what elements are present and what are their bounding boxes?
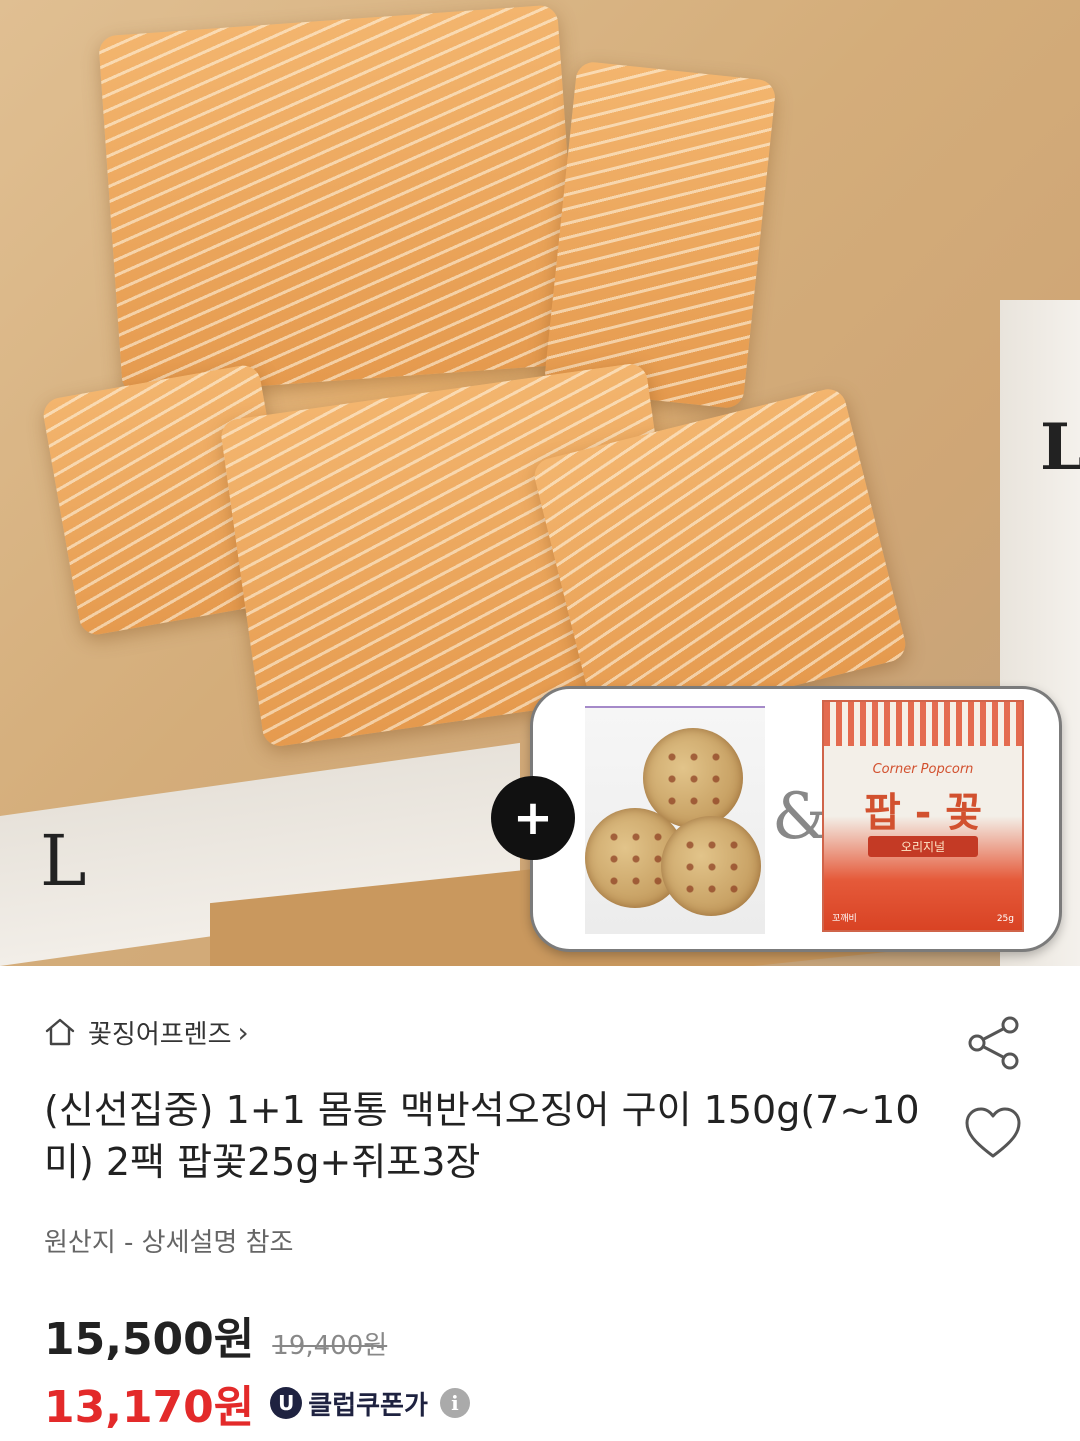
info-icon[interactable]: i: [439, 1388, 470, 1418]
chevron-right-icon: ›: [237, 1015, 249, 1049]
home-icon: [45, 1018, 75, 1046]
club-coupon-price: 13,170원: [44, 1382, 255, 1433]
newspaper-letter-l: L: [40, 820, 87, 902]
bag-stripes: [824, 702, 1022, 746]
popcorn-maker: 꼬깨비: [832, 914, 857, 924]
club-badge-icon: U: [270, 1387, 303, 1419]
popcorn-flavor: 오리지널: [868, 836, 978, 857]
jerky-bag: [585, 706, 765, 934]
grilled-squid-piece: [543, 60, 777, 410]
share-icon[interactable]: [966, 1016, 1022, 1070]
club-coupon-label: 클럽쿠폰가: [308, 1390, 428, 1421]
sale-price: 15,500원: [44, 1314, 255, 1365]
seller-name: 꽃징어프렌즈: [88, 1019, 232, 1050]
product-image[interactable]: LUS L & Corner Popcorn 팝 - 꽃 오리지널 꼬깨비 25…: [0, 0, 1080, 966]
popcorn-bag: Corner Popcorn 팝 - 꽃 오리지널 꼬깨비 25g: [822, 700, 1024, 932]
popcorn-brand: Corner Popcorn: [872, 762, 974, 777]
newspaper-letters-lus: LUS: [1040, 410, 1080, 485]
jerky-piece: [661, 816, 761, 916]
ampersand: &: [772, 780, 829, 854]
heart-icon[interactable]: [964, 1106, 1022, 1160]
popcorn-name: 팝 - 꽃: [863, 790, 983, 836]
coupon-price-row: 13,170원 U 클럽쿠폰가 i: [44, 1371, 470, 1435]
grilled-squid-piece: [98, 4, 582, 396]
plus-icon: +: [491, 776, 575, 860]
product-title: (신선집중) 1+1 몸통 맥반석오징어 구이 150g(7~10미) 2팩 팝…: [44, 1088, 920, 1184]
popcorn-weight: 25g: [996, 914, 1014, 924]
seller-link[interactable]: 꽃징어프렌즈 ›: [44, 1012, 249, 1052]
origin-info: 원산지 - 상세설명 참조: [44, 1228, 294, 1258]
original-price: 19,400원: [272, 1331, 388, 1361]
price-row: 15,500원 19,400원: [44, 1303, 387, 1367]
